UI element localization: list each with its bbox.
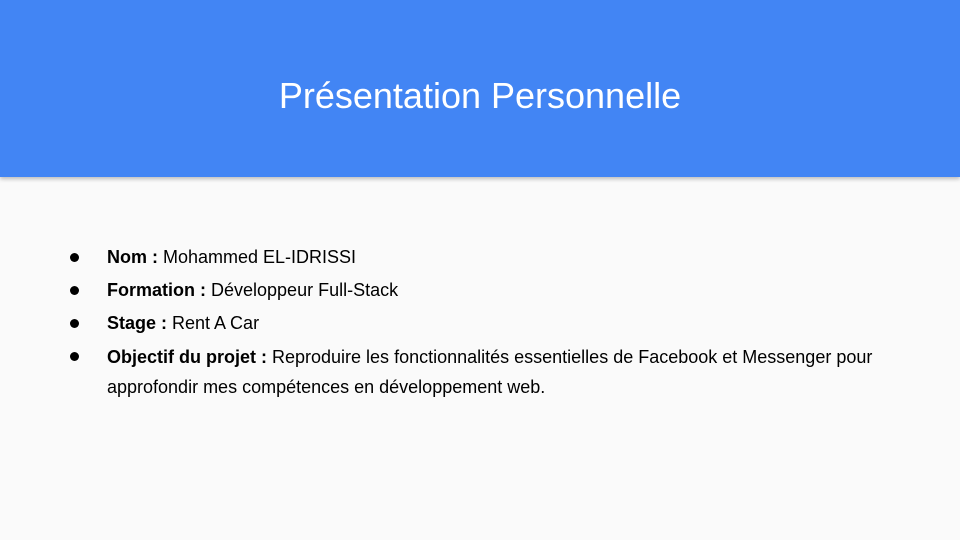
bullet-label: Stage : (107, 313, 173, 333)
bullet-list: Nom : Mohammed EL-IDRISSI Formation : Dé… (67, 241, 927, 402)
bullet-text: Développeur Full-Stack (211, 280, 399, 300)
bullet-text: Rent A Car (172, 313, 260, 333)
bullet-dot-icon (70, 319, 79, 328)
slide-title: Présentation Personnelle (278, 75, 682, 116)
bullet-item-nom: Nom : Mohammed EL-IDRISSI (67, 241, 927, 274)
bullet-dot-icon (70, 286, 79, 295)
bullet-item-objectif: Objectif du projet : Reproduire les fonc… (67, 342, 927, 402)
slide: Présentation Personnelle Nom : Mohammed … (0, 0, 960, 540)
bullet-label: Objectif du projet : (107, 347, 272, 367)
bullet-label: Nom : (107, 247, 163, 267)
bullet-item-formation: Formation : Développeur Full-Stack (67, 274, 927, 307)
bullet-label: Formation : (107, 280, 211, 300)
title-banner: Présentation Personnelle (0, 0, 960, 177)
bullet-text: Mohammed EL-IDRISSI (163, 247, 357, 267)
bullet-dot-icon (70, 253, 79, 262)
bullet-dot-icon (70, 352, 79, 361)
bullet-item-stage: Stage : Rent A Car (67, 307, 927, 340)
